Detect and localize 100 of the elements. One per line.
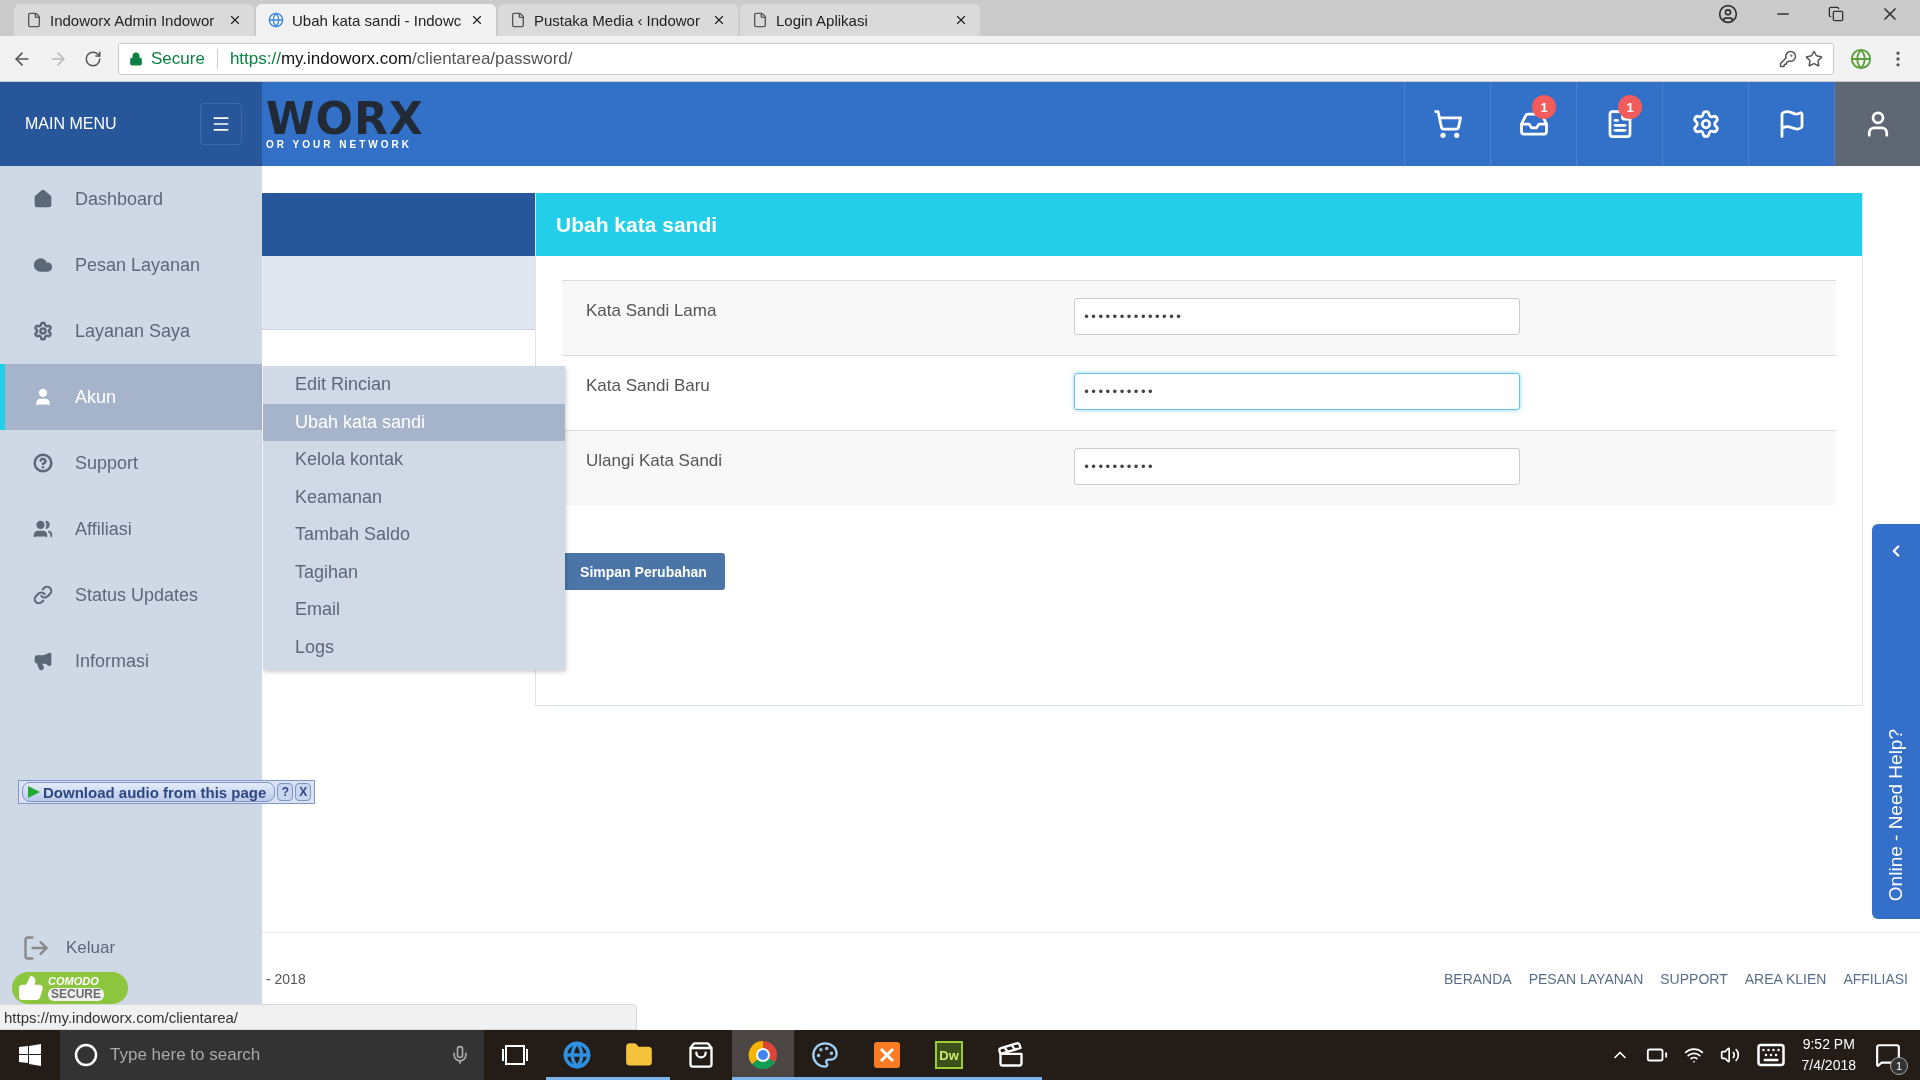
gear-icon: [33, 321, 53, 341]
main-menu-label: MAIN MENU: [25, 115, 117, 133]
volume-icon[interactable]: [1719, 1045, 1740, 1065]
download-audio-button[interactable]: Download audio from this page: [22, 782, 276, 802]
notification-badge: 1: [1532, 95, 1556, 119]
sidebar-item[interactable]: Informasi: [0, 628, 262, 694]
page-icon: [752, 12, 768, 28]
close-icon[interactable]: [228, 13, 242, 27]
help-tab[interactable]: Online - Need Help?: [1872, 524, 1920, 919]
footer-link[interactable]: AFFILIASI: [1843, 971, 1908, 987]
browser-icon[interactable]: [748, 1040, 778, 1070]
footer-link[interactable]: BERANDA: [1443, 971, 1512, 987]
key-icon[interactable]: [1779, 49, 1797, 68]
submenu-item[interactable]: Edit Rincian: [263, 366, 565, 404]
close-icon[interactable]: [470, 13, 484, 27]
microphone-icon[interactable]: [450, 1045, 470, 1065]
help-button[interactable]: ?: [277, 783, 294, 801]
lock-icon: [129, 51, 143, 66]
browser-tab[interactable]: Indoworx Admin Indowor: [14, 4, 254, 36]
url-text: https://my.indoworx.com/clientarea/password/: [229, 48, 573, 69]
password-field[interactable]: ••••••••••••••: [1074, 298, 1520, 335]
users-icon: [33, 519, 53, 539]
panel-title: Ubah kata sandi: [536, 193, 1862, 256]
thumbs-up-icon: [18, 975, 44, 1001]
browser-tab[interactable]: Pustaka Media ‹ Indowor: [498, 4, 738, 36]
menu-icon: [211, 114, 231, 134]
shopping-bag-icon[interactable]: [687, 1041, 715, 1069]
submenu-item[interactable]: Logs: [263, 628, 565, 666]
close-button[interactable]: X: [295, 783, 312, 801]
sidebar-item[interactable]: Pesan Layanan: [0, 232, 262, 298]
footer-link[interactable]: SUPPORT: [1660, 971, 1728, 987]
secure-label: Secure: [151, 48, 205, 69]
profile-icon[interactable]: [1718, 4, 1738, 24]
sidebar-item-label: Pesan Layanan: [75, 254, 201, 276]
sidebar-item-label: Affiliasi: [75, 518, 132, 540]
header-icon-cell[interactable]: 1: [1490, 82, 1576, 166]
submenu-item[interactable]: Email: [263, 591, 565, 629]
settings-icon[interactable]: [1690, 109, 1721, 139]
notification-icon[interactable]: [1875, 1042, 1901, 1068]
submenu-item[interactable]: Keamanan: [263, 478, 565, 516]
menu-button[interactable]: [200, 103, 242, 145]
sidebar-item[interactable]: Status Updates: [0, 562, 262, 628]
field-label: Ulangi Kata Sandi: [585, 450, 724, 472]
logout-link[interactable]: Keluar: [66, 938, 116, 958]
bookmark-star-icon[interactable]: [1805, 49, 1823, 68]
page-icon: [510, 12, 526, 28]
sidebar-item-label: Status Updates: [75, 584, 199, 606]
folder-icon[interactable]: [625, 1041, 653, 1069]
palette-icon[interactable]: [811, 1041, 839, 1069]
wifi-icon[interactable]: [1683, 1045, 1704, 1065]
sidebar-item-label: Akun: [75, 386, 117, 408]
password-field[interactable]: ••••••••••: [1074, 448, 1520, 485]
seal-subtitle: SECURE: [48, 988, 104, 1001]
header-icon-cell[interactable]: [1834, 82, 1920, 166]
home-icon: [33, 189, 53, 209]
cart-icon[interactable]: [1432, 109, 1463, 139]
help-tab-label: Online - Need Help?: [1885, 728, 1907, 901]
browser-tab[interactable]: Login Aplikasi: [740, 4, 980, 36]
password-field[interactable]: ••••••••••: [1074, 373, 1520, 410]
sidebar-item[interactable]: Dashboard: [0, 166, 262, 232]
close-icon[interactable]: [954, 13, 968, 27]
field-label: Kata Sandi Baru: [585, 375, 711, 397]
save-button[interactable]: Simpan Perubahan: [562, 553, 725, 590]
footer-link[interactable]: PESAN LAYANAN: [1528, 971, 1644, 987]
task-view-icon[interactable]: [502, 1044, 528, 1066]
field-label: Kata Sandi Lama: [585, 300, 718, 322]
reload-icon[interactable]: [84, 49, 102, 68]
app-icon[interactable]: [873, 1041, 901, 1069]
notification-badge: 1: [1618, 95, 1642, 119]
sidebar-item-label: Dashboard: [75, 188, 164, 210]
sidebar-item[interactable]: Layanan Saya: [0, 298, 262, 364]
submenu-item[interactable]: Tagihan: [263, 553, 565, 591]
sidebar-item[interactable]: Affiliasi: [0, 496, 262, 562]
header-icon-cell[interactable]: 1: [1576, 82, 1662, 166]
status-url: https://my.indoworx.com/clientarea/: [0, 1004, 637, 1030]
sidebar-item[interactable]: Support: [0, 430, 262, 496]
extension-icon[interactable]: [1850, 47, 1872, 70]
logo-tagline: OR YOUR NETWORK: [266, 138, 413, 150]
address-field[interactable]: Secure https://my.indoworx.com/clientarea/password/: [118, 42, 1834, 75]
browser-icon[interactable]: [563, 1041, 591, 1069]
close-icon[interactable]: [712, 13, 726, 27]
cloud-icon: [33, 255, 53, 275]
restore-icon[interactable]: [1828, 6, 1844, 22]
clapperboard-icon[interactable]: [997, 1041, 1025, 1069]
submenu-item[interactable]: Tambah Saldo: [263, 516, 565, 554]
browser-tab[interactable]: Ubah kata sandi - Indowc: [256, 4, 496, 36]
windows-start-icon[interactable]: [19, 1044, 41, 1066]
play-icon: [27, 785, 41, 799]
footer-link[interactable]: AREA KLIEN: [1744, 971, 1827, 987]
sidebar-item-label: Layanan Saya: [75, 320, 191, 342]
app-icon[interactable]: Dw: [935, 1041, 963, 1069]
taskbar-search-field[interactable]: Type here to search: [60, 1030, 484, 1080]
sidebar-item-label: Informasi: [75, 650, 150, 672]
link-icon: [33, 585, 53, 605]
submenu-item[interactable]: Kelola kontak: [263, 441, 565, 479]
copyright-text: - 2018: [266, 971, 306, 987]
sidebar-item-label: Support: [75, 452, 139, 474]
search-circle-icon: [74, 1043, 98, 1067]
seal-title: COMODO: [48, 975, 100, 988]
megaphone-icon: [33, 651, 53, 671]
